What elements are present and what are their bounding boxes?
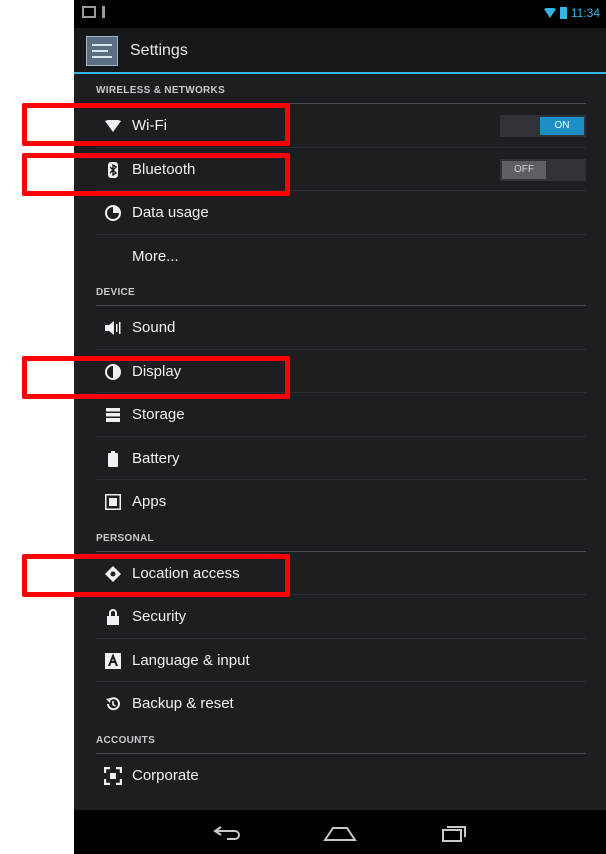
settings-item-sound[interactable]: Sound <box>96 306 586 350</box>
battery-icon <box>104 450 122 468</box>
settings-item-label: Corporate <box>132 766 199 784</box>
settings-item-label: Battery <box>132 449 180 467</box>
status-time: 11:34 <box>570 6 600 20</box>
alert-icon <box>102 6 105 18</box>
settings-item-language-input[interactable]: Language & input <box>96 639 586 682</box>
section-header-accounts: ACCOUNTS <box>96 726 586 754</box>
recent-apps-icon[interactable] <box>436 822 472 844</box>
wifi-toggle[interactable]: ON <box>500 115 586 137</box>
settings-item-label: Storage <box>132 406 185 423</box>
bluetooth-toggle[interactable]: OFF <box>500 158 586 181</box>
settings-item-security[interactable]: Security <box>96 595 586 639</box>
status-bar: 11:34 <box>74 0 606 28</box>
toggle-state: ON <box>540 117 584 135</box>
storage-icon <box>104 406 122 424</box>
settings-item-label: Backup & reset <box>132 695 234 712</box>
settings-item-label: Apps <box>132 493 167 510</box>
settings-item-label: More... <box>132 247 179 265</box>
backup-icon <box>104 695 122 713</box>
settings-item-more[interactable]: More... <box>96 235 586 279</box>
settings-item-storage[interactable]: Storage <box>96 393 586 437</box>
navigation-bar <box>74 810 606 854</box>
battery-icon <box>559 7 567 19</box>
back-icon[interactable] <box>210 822 246 844</box>
settings-app-icon[interactable] <box>86 36 118 66</box>
settings-item-apps[interactable]: Apps <box>96 480 586 524</box>
wifi-signal-icon <box>543 8 556 18</box>
settings-item-corporate[interactable]: Corporate <box>96 754 586 798</box>
language-icon <box>104 652 122 670</box>
corporate-icon <box>104 766 122 785</box>
settings-item-label: Sound <box>132 319 176 336</box>
section-header-personal: PERSONAL <box>96 524 586 552</box>
page-title: Settings <box>130 42 188 59</box>
highlight-box-wifi <box>22 103 290 146</box>
apps-icon <box>104 493 122 511</box>
home-icon[interactable] <box>322 822 358 844</box>
action-bar: Settings <box>74 28 606 74</box>
sound-icon <box>104 319 122 337</box>
settings-item-backup-reset[interactable]: Backup & reset <box>96 682 586 726</box>
section-header-wireless: WIRELESS & NETWORKS <box>96 76 586 104</box>
settings-item-data-usage[interactable]: Data usage <box>96 191 586 235</box>
settings-item-battery[interactable]: Battery <box>96 437 586 480</box>
highlight-box-bluetooth <box>22 153 290 196</box>
settings-item-label: Security <box>132 608 187 625</box>
toggle-state: OFF <box>502 160 546 179</box>
data-usage-icon <box>104 204 122 222</box>
picture-icon <box>82 6 96 18</box>
highlight-box-location-access <box>22 554 290 597</box>
lock-icon <box>104 608 122 626</box>
section-header-device: DEVICE <box>96 278 586 306</box>
settings-item-label: Language & input <box>132 651 250 669</box>
settings-item-label: Data usage <box>132 204 209 221</box>
highlight-box-display <box>22 356 290 399</box>
